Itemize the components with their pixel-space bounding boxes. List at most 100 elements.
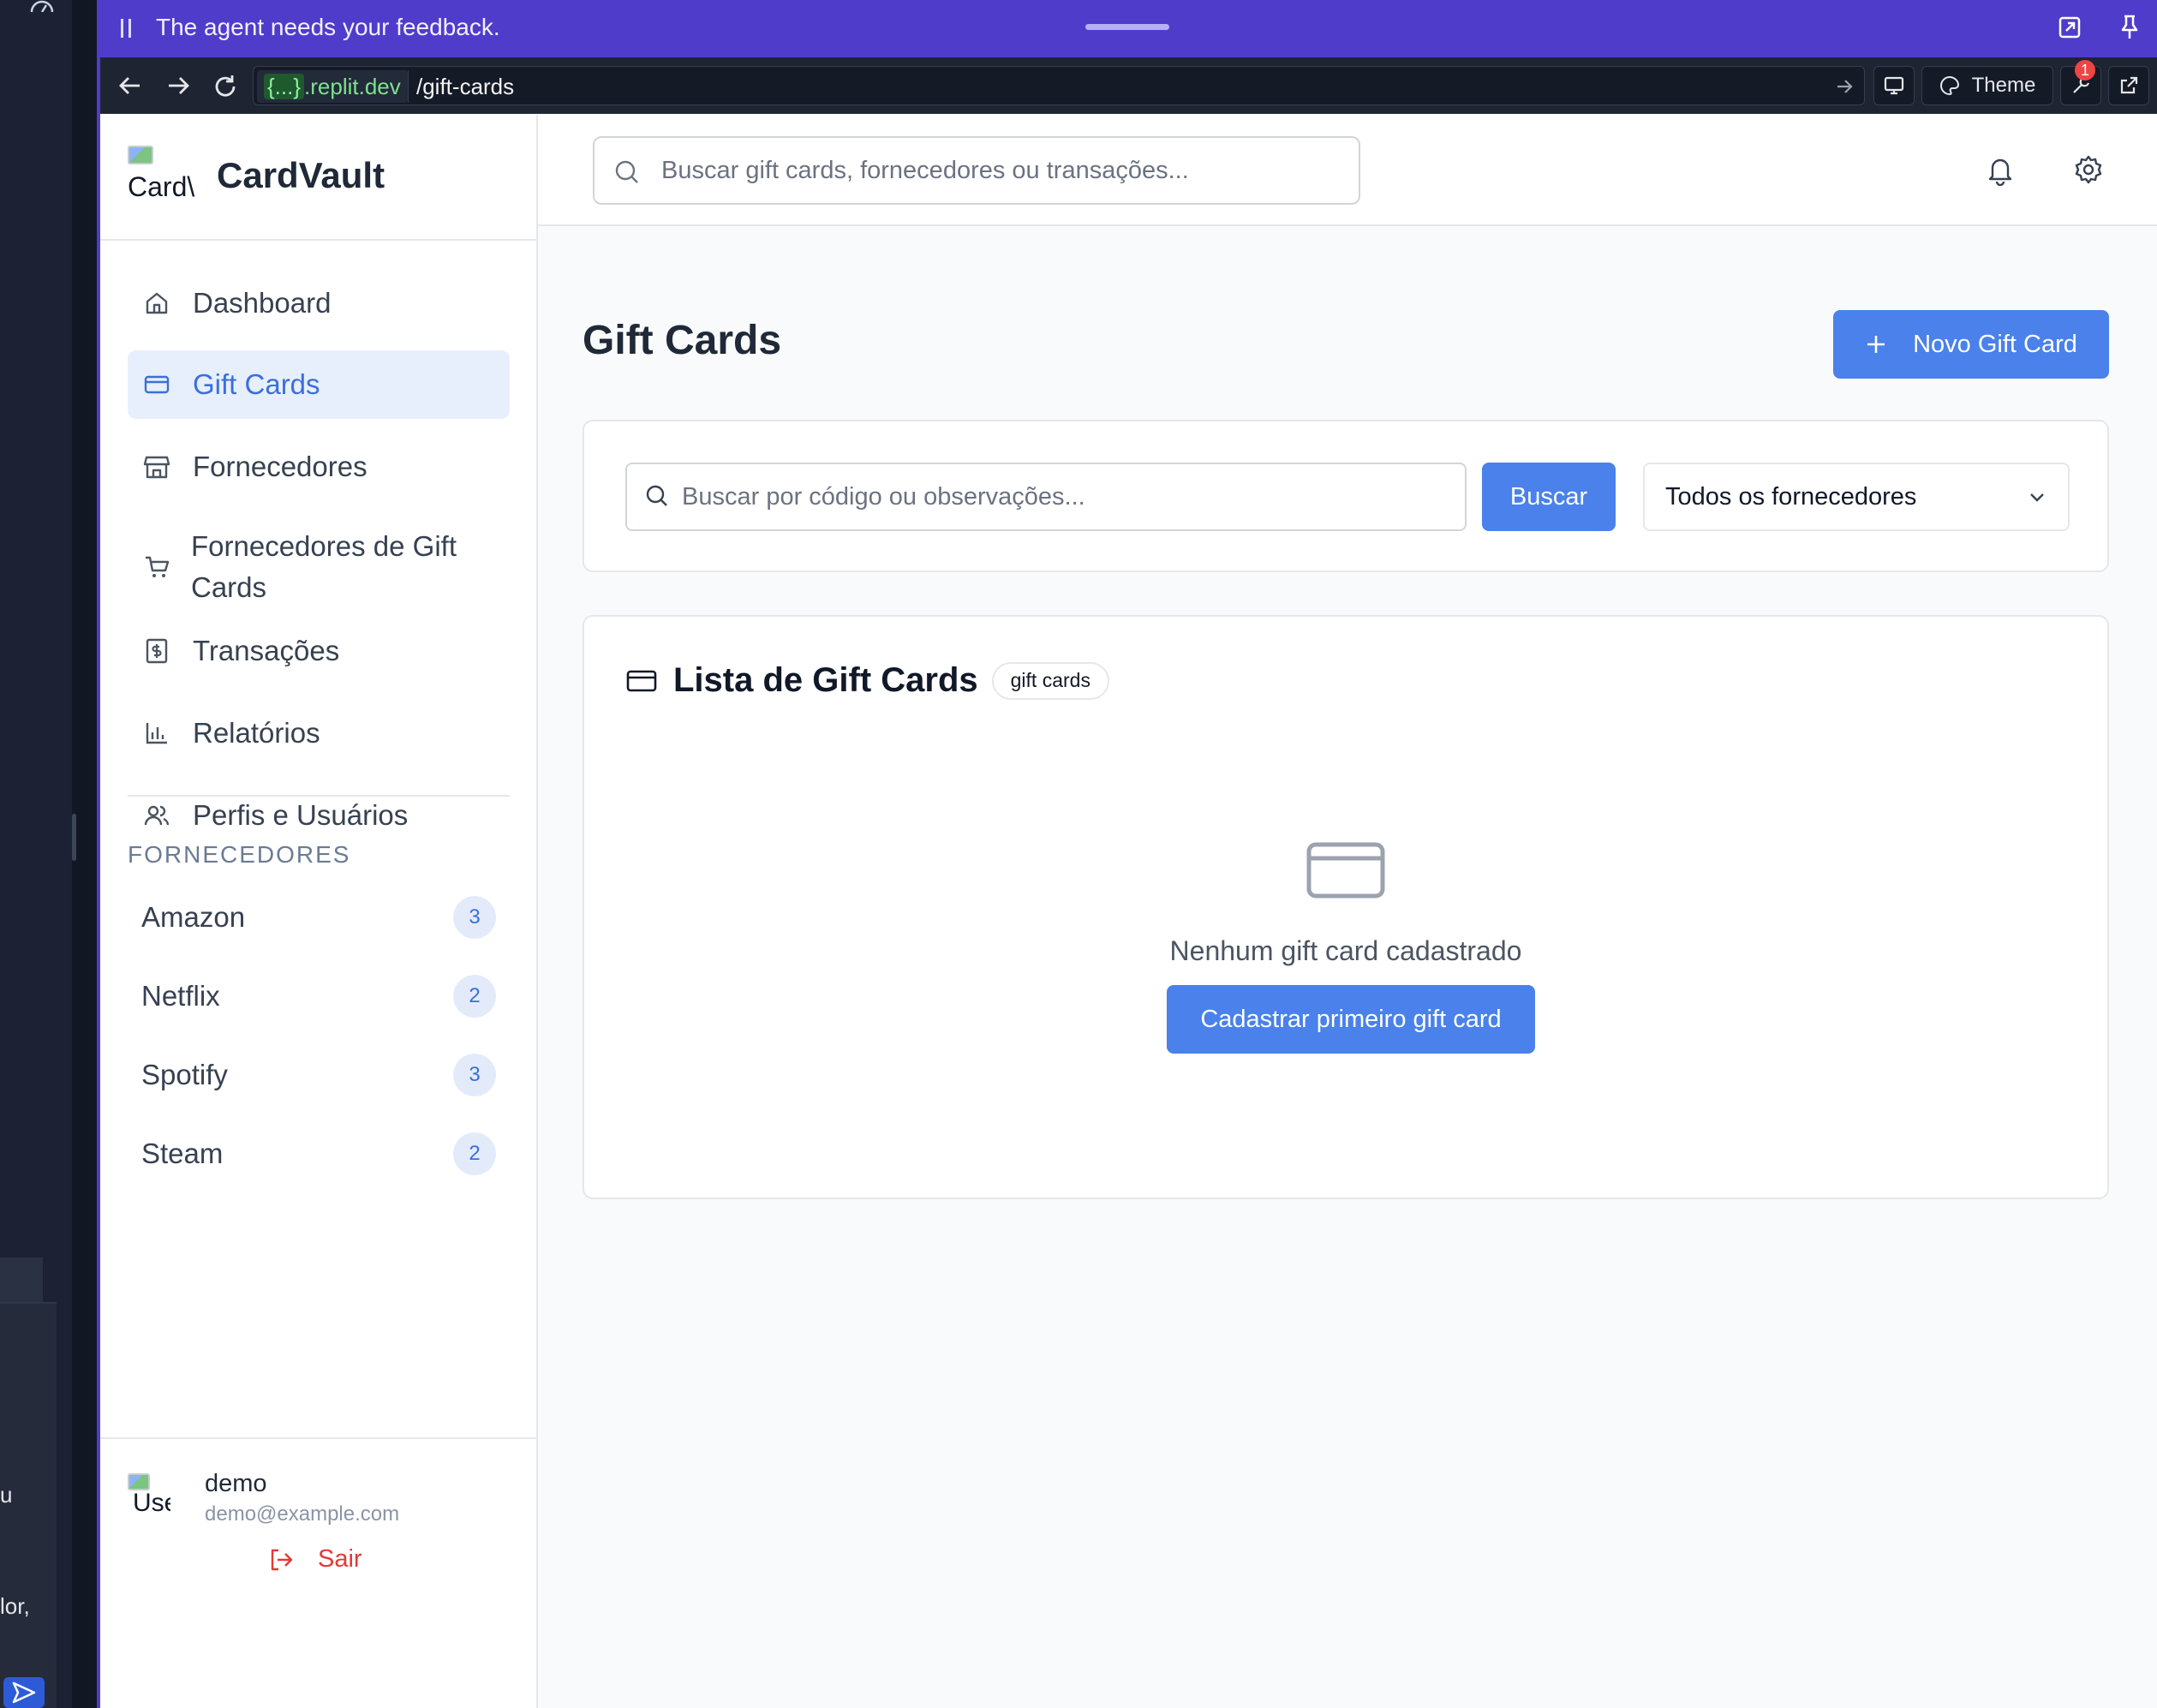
section-label-fornecedores: FORNECEDORES — [128, 841, 351, 868]
supplier-select-value: Todos os fornecedores — [1665, 482, 1917, 511]
sidebar-item-relatorios[interactable]: Relatórios — [128, 699, 510, 767]
supplier-item-amazon[interactable]: Amazon 3 — [128, 887, 510, 947]
gauge-icon — [29, 0, 55, 12]
supplier-select[interactable]: Todos os fornecedores — [1643, 463, 2070, 531]
back-arrow-icon[interactable] — [117, 73, 143, 99]
gift-card-list: Lista de Gift Cards gift cards Nenhum gi… — [583, 615, 2109, 1199]
main-content: Gift Cards Novo Gift Card Buscar Todos o… — [538, 115, 2157, 1708]
logout-button[interactable]: Sair — [268, 1545, 362, 1574]
new-gift-card-button[interactable]: Novo Gift Card — [1833, 310, 2109, 379]
outer-text-fragment: u — [0, 1482, 13, 1508]
page-title: Gift Cards — [583, 318, 782, 363]
store-icon — [141, 454, 172, 480]
filter-search[interactable] — [625, 463, 1467, 531]
list-title: Lista de Gift Cards — [673, 661, 978, 699]
browser-window: The agent needs your feedback. {...} .rep… — [97, 0, 2157, 1708]
filter-card: Buscar Todos os fornecedores — [583, 420, 2109, 572]
user-name: demo — [205, 1470, 267, 1497]
gear-icon[interactable] — [2073, 154, 2104, 185]
credit-card-icon — [1306, 839, 1386, 901]
resize-handle[interactable] — [72, 814, 76, 861]
external-link-icon[interactable] — [2108, 66, 2149, 105]
new-gift-card-label: Novo Gift Card — [1913, 330, 2077, 358]
app-name: CardVault — [217, 155, 385, 195]
credit-card-icon — [141, 373, 172, 396]
search-button[interactable]: Buscar — [1482, 463, 1616, 531]
sidebar-item-label: Relatórios — [193, 717, 320, 749]
sidebar-item-gift-cards[interactable]: Gift Cards — [128, 350, 510, 419]
users-icon — [141, 803, 172, 828]
go-arrow-icon[interactable] — [1835, 77, 1854, 96]
tools-button[interactable]: 1 — [2060, 60, 2101, 105]
bell-icon[interactable] — [1986, 155, 2015, 186]
global-search[interactable] — [593, 136, 1360, 205]
logout-label: Sair — [318, 1545, 362, 1573]
logo-alt-text: Card\ — [128, 171, 195, 202]
notification-badge: 1 — [2075, 60, 2095, 81]
sidebar-divider — [128, 795, 510, 797]
search-icon — [613, 158, 641, 186]
sidebar-item-label: Fornecedores — [193, 451, 367, 482]
sidebar-item-label: Dashboard — [193, 287, 332, 319]
global-search-input[interactable] — [661, 150, 1338, 191]
sidebar-item-fornecedores-gift-cards[interactable]: Fornecedores de Gift Cards — [128, 519, 510, 615]
theme-label: Theme — [1971, 74, 2036, 97]
plus-icon — [1865, 333, 1887, 355]
supplier-count-badge: 2 — [453, 975, 496, 1018]
empty-state-text: Nenhum gift card cadastrado — [1169, 935, 1522, 966]
shopping-cart-icon — [141, 554, 172, 580]
feedback-message: The agent needs your feedback. — [156, 14, 500, 40]
url-host: {...} .replit.dev — [257, 70, 408, 103]
supplier-name: Steam — [141, 1138, 224, 1169]
bar-chart-icon — [141, 720, 172, 746]
sidebar-item-perfis-usuarios[interactable]: Perfis e Usuários — [128, 781, 510, 850]
sidebar-item-fornecedores[interactable]: Fornecedores — [128, 433, 510, 501]
supplier-name: Spotify — [141, 1059, 228, 1090]
supplier-name: Netflix — [141, 980, 220, 1012]
sidebar-item-label: Perfis e Usuários — [193, 799, 409, 831]
outer-panel-tab — [0, 1257, 43, 1302]
sidebar-item-label: Gift Cards — [193, 368, 320, 400]
supplier-item-spotify[interactable]: Spotify 3 — [128, 1045, 510, 1105]
supplier-item-steam[interactable]: Steam 2 — [128, 1124, 510, 1184]
logo-image — [128, 146, 153, 164]
home-icon — [141, 290, 172, 316]
supplier-count-badge: 3 — [453, 1054, 496, 1096]
sidebar-item-label: Transações — [193, 635, 340, 666]
outer-workspace: u lor, — [0, 0, 97, 1708]
address-bar[interactable]: {...} .replit.dev /gift-cards — [253, 66, 1865, 105]
add-first-gift-card-button[interactable]: Cadastrar primeiro gift card — [1167, 985, 1535, 1054]
sidebar-item-label: Fornecedores de Gift Cards — [191, 530, 457, 603]
send-icon[interactable] — [3, 1677, 45, 1708]
list-header: Lista de Gift Cards gift cards — [625, 661, 1109, 700]
sidebar-item-transacoes[interactable]: Transações — [128, 617, 510, 685]
url-path: /gift-cards — [416, 74, 515, 99]
feedback-bar: The agent needs your feedback. — [100, 0, 2157, 57]
chevron-down-icon — [2027, 487, 2047, 507]
avatar: Use — [128, 1473, 170, 1521]
drag-handle[interactable] — [1085, 24, 1169, 30]
supplier-count-badge: 3 — [453, 896, 496, 939]
theme-button[interactable]: Theme — [1921, 66, 2053, 105]
reload-icon[interactable] — [212, 73, 239, 100]
sidebar: Card\ CardVault Dashboard Gift Cards For… — [100, 115, 538, 1708]
receipt-dollar-icon — [141, 637, 172, 665]
pause-icon[interactable] — [119, 17, 133, 39]
sidebar-item-dashboard[interactable]: Dashboard — [128, 269, 510, 337]
supplier-count-badge: 2 — [453, 1132, 496, 1175]
browser-toolbar: {...} .replit.dev /gift-cards Theme 1 — [100, 57, 2157, 114]
filter-search-input[interactable] — [682, 476, 1453, 517]
top-bar — [538, 115, 2157, 226]
logout-icon — [268, 1547, 296, 1573]
credit-card-icon — [625, 668, 658, 694]
brand: Card\ CardVault — [100, 115, 536, 241]
pin-icon[interactable] — [2119, 15, 2140, 40]
forward-arrow-icon[interactable] — [165, 73, 191, 99]
user-panel: Use demo demo@example.com Sair — [100, 1437, 536, 1593]
outer-text-fragment: lor, — [0, 1593, 30, 1619]
devices-icon[interactable] — [1873, 66, 1915, 105]
list-tag: gift cards — [991, 661, 1109, 700]
open-in-new-icon[interactable] — [2058, 15, 2082, 39]
supplier-name: Amazon — [141, 901, 246, 933]
supplier-item-netflix[interactable]: Netflix 2 — [128, 966, 510, 1026]
